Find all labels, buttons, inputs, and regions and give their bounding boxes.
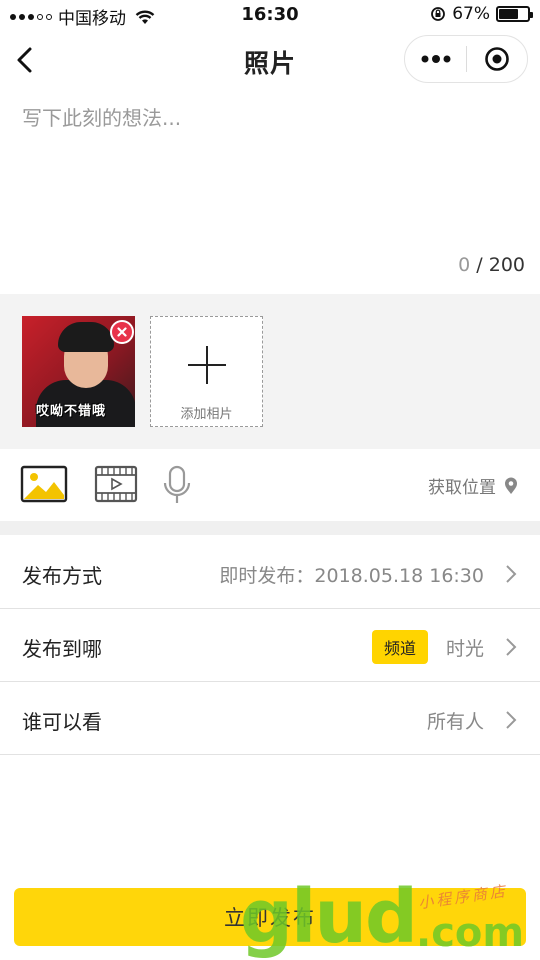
char-count-max: / 200 xyxy=(470,254,525,276)
microphone-icon[interactable] xyxy=(162,465,192,505)
close-button[interactable] xyxy=(467,36,527,82)
publish-to-value: 时光 xyxy=(445,638,484,660)
status-bar: 中国移动 16:30 67% xyxy=(0,0,540,30)
post-editor: 0 / 200 xyxy=(0,92,540,292)
video-icon[interactable] xyxy=(94,465,138,503)
media-toolbar: 获取位置 xyxy=(0,449,540,521)
publish-now-button[interactable]: 立即发布 xyxy=(14,888,526,946)
photo-section: 哎呦不错哦 添加相片 xyxy=(0,294,540,449)
publish-to-row[interactable]: 发布到哪 频道 时光 xyxy=(0,609,540,682)
location-label: 获取位置 xyxy=(428,478,496,498)
add-photo-label: 添加相片 xyxy=(180,407,233,422)
publish-mode-label: 发布方式 xyxy=(22,564,102,588)
target-close-icon xyxy=(485,47,509,71)
get-location-button[interactable]: 获取位置 xyxy=(428,473,518,498)
char-counter: 0 / 200 xyxy=(458,254,525,276)
battery-icon xyxy=(496,6,533,22)
battery-percent: 67% xyxy=(452,4,490,24)
visibility-value: 所有人 xyxy=(426,711,484,733)
battery-level xyxy=(499,9,518,19)
visibility-label: 谁可以看 xyxy=(22,710,102,734)
more-dots-icon xyxy=(421,55,450,63)
publish-mode-row[interactable]: 发布方式 即时发布：2018.05.18 16:30 xyxy=(0,536,540,609)
chevron-right-icon xyxy=(506,565,517,583)
close-icon xyxy=(117,327,127,337)
publish-to-label: 发布到哪 xyxy=(22,637,102,661)
orientation-lock-icon xyxy=(431,7,446,21)
nav-bar: 照片 xyxy=(0,30,540,90)
photo-caption: 哎呦不错哦 xyxy=(36,404,107,419)
thought-input[interactable] xyxy=(22,102,518,242)
remove-photo-button[interactable] xyxy=(110,320,134,344)
visibility-row[interactable]: 谁可以看 所有人 xyxy=(0,682,540,755)
more-button[interactable] xyxy=(405,36,466,82)
plus-icon xyxy=(188,346,226,384)
status-right: 67% xyxy=(430,4,533,24)
location-pin-icon xyxy=(505,477,517,494)
channel-tag: 频道 xyxy=(371,630,428,664)
publish-mode-value: 即时发布：2018.05.18 16:30 xyxy=(219,565,484,587)
image-icon[interactable] xyxy=(20,465,68,503)
chevron-right-icon xyxy=(506,638,517,656)
section-divider xyxy=(0,521,540,535)
chevron-right-icon xyxy=(506,711,517,729)
mini-program-capsule xyxy=(404,35,528,83)
add-photo-button[interactable]: 添加相片 xyxy=(150,316,263,427)
char-count-current: 0 xyxy=(458,254,471,276)
